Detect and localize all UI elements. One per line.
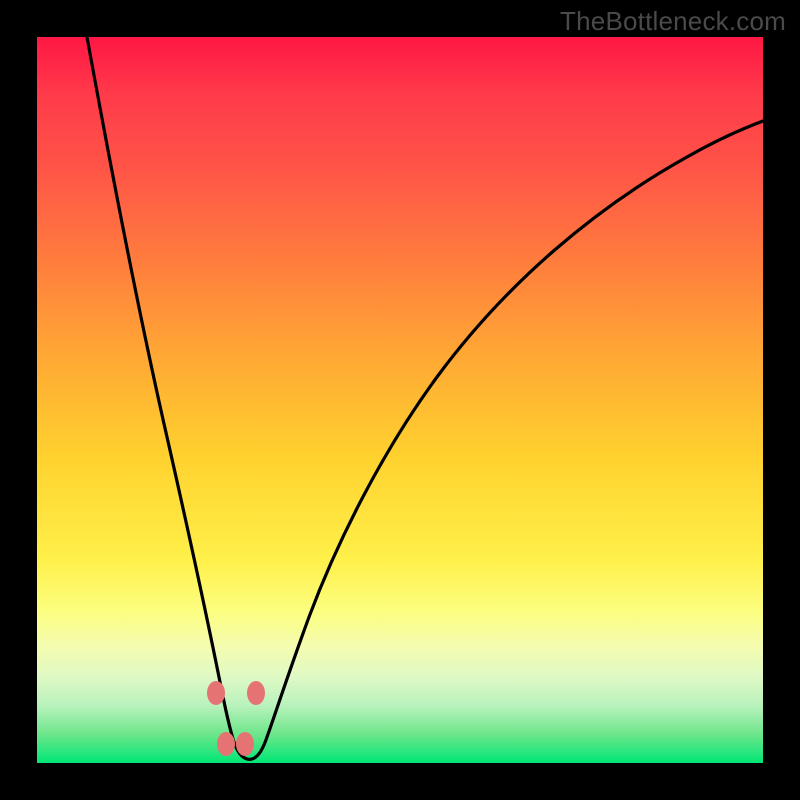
bottleneck-curve bbox=[37, 37, 763, 763]
marker-dot bbox=[236, 732, 254, 756]
chart-frame: TheBottleneck.com bbox=[0, 0, 800, 800]
plot-area bbox=[37, 37, 763, 763]
curve-path bbox=[87, 37, 763, 759]
watermark-text: TheBottleneck.com bbox=[560, 6, 786, 37]
marker-dot bbox=[247, 681, 265, 705]
marker-dot bbox=[207, 681, 225, 705]
marker-dot bbox=[217, 732, 235, 756]
